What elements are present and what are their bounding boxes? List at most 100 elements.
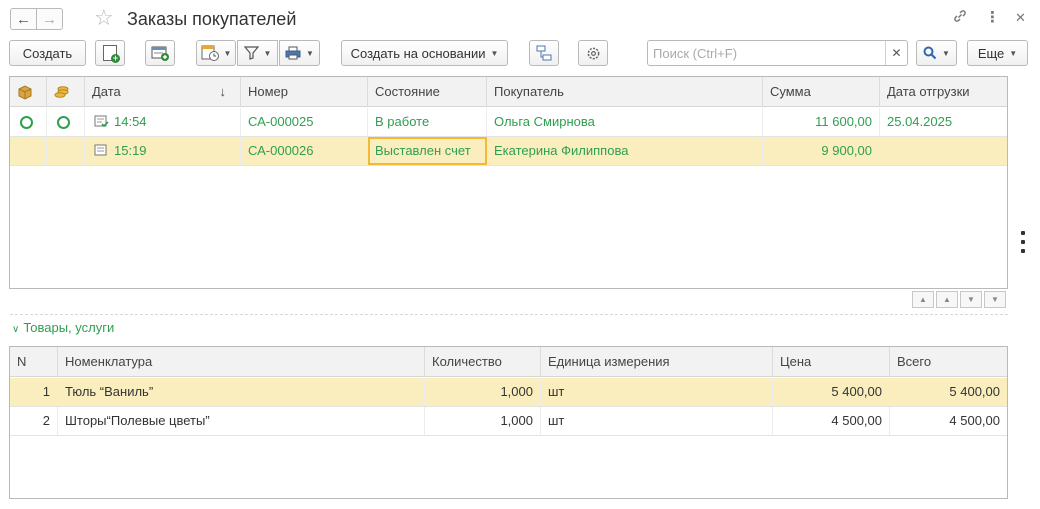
posted-cell: [10, 137, 47, 165]
back-arrow-icon: ←: [16, 10, 31, 28]
create-button[interactable]: Создать: [9, 40, 86, 66]
unit-cell: шт: [541, 407, 773, 435]
filter-icon: [243, 46, 259, 60]
header-unit[interactable]: Единица измерения: [541, 347, 773, 377]
header-posted-col[interactable]: [10, 77, 47, 107]
paid-cell: [47, 108, 85, 136]
header-sum[interactable]: Сумма: [763, 77, 880, 107]
scroll-top-button[interactable]: ▲: [912, 291, 934, 308]
header-status[interactable]: Состояние: [368, 77, 487, 107]
status-circle-icon: [57, 116, 70, 129]
status-circle-icon: [20, 116, 33, 129]
chevron-down-icon: ▼: [1009, 48, 1018, 58]
forward-arrow-icon: →: [42, 10, 57, 28]
number-cell: СА-000026: [241, 137, 368, 165]
header-n[interactable]: N: [10, 347, 58, 377]
header-qty[interactable]: Количество: [425, 347, 541, 377]
status-cell: В работе: [368, 108, 487, 136]
print-button[interactable]: ▼: [279, 40, 320, 66]
add-report-icon: [151, 46, 169, 61]
create-based-on-label: Создать на основании: [350, 45, 486, 61]
scroll-up-button[interactable]: ▲: [936, 291, 958, 308]
goods-table[interactable]: N Номенклатура Количество Единица измере…: [9, 346, 1008, 499]
status-cell[interactable]: Выставлен счет: [368, 137, 487, 165]
star-icon[interactable]: ☆: [94, 6, 114, 30]
back-button[interactable]: ←: [10, 8, 37, 30]
header-paid-col[interactable]: [47, 77, 85, 107]
total-cell: 5 400,00: [949, 384, 1000, 399]
item-cell: Тюль “Ваниль”: [58, 378, 425, 406]
settings-button[interactable]: [578, 40, 608, 66]
date-cell: 14:54: [85, 108, 241, 136]
close-icon[interactable]: ✕: [1015, 8, 1026, 28]
price-cell: 4 500,00: [773, 407, 890, 435]
total-cell: 4 500,00: [949, 413, 1000, 428]
title-bar: ← → ☆ Заказы покупателей ⋮ ✕: [0, 0, 1040, 36]
add-report-button[interactable]: [145, 40, 175, 66]
settings-gear-icon: [587, 47, 599, 59]
unit-cell: шт: [541, 378, 773, 406]
qty-cell: 1,000: [425, 407, 541, 435]
chevron-down-icon: ▼: [306, 48, 314, 58]
orders-table[interactable]: Дата ↓ Номер Состояние Покупатель Сумма …: [9, 76, 1008, 289]
more-button-label: Еще: [977, 45, 1005, 61]
sum-cell: 11 600,00: [763, 108, 880, 136]
structure-icon: [536, 45, 552, 61]
sort-desc-icon: ↓: [219, 84, 227, 99]
search-input[interactable]: Поиск (Ctrl+F) ✕: [647, 40, 908, 66]
table-row[interactable]: 15:19 СА-000026 Выставлен счет Екатерина…: [10, 137, 1007, 166]
table-row[interactable]: 1 Тюль “Ваниль” 1,000 шт 5 400,00 5 400,…: [10, 378, 1007, 407]
header-customer[interactable]: Покупатель: [487, 77, 763, 107]
sum-cell: 9 900,00: [763, 137, 880, 165]
header-date[interactable]: Дата ↓: [85, 77, 241, 107]
doc-check-icon: [94, 115, 109, 128]
header-ship-date[interactable]: Дата отгрузки: [880, 77, 1007, 107]
n-cell: 1: [10, 378, 58, 406]
structure-button[interactable]: [529, 40, 559, 66]
create-button-label: Создать: [22, 45, 73, 61]
posted-cell: [10, 108, 47, 136]
add-copy-button[interactable]: +: [95, 40, 125, 66]
page-title: Заказы покупателей: [127, 9, 297, 29]
header-date-label: Дата: [92, 84, 121, 99]
header-number[interactable]: Номер: [241, 77, 368, 107]
chevron-down-icon: ▼: [263, 48, 272, 58]
chevron-down-icon: ▼: [942, 48, 950, 58]
goods-section-toggle[interactable]: ∨ Товары, услуги: [12, 320, 114, 335]
scroll-down-button[interactable]: ▼: [960, 291, 982, 308]
header-item[interactable]: Номенклатура: [58, 347, 425, 377]
coins-icon: [54, 86, 69, 98]
create-based-on-button[interactable]: Создать на основании ▼: [341, 40, 508, 66]
item-cell: Шторы“Полевые цветы”: [58, 407, 425, 435]
goods-section-label: Товары, услуги: [23, 320, 115, 335]
add-copy-icon: +: [103, 45, 120, 63]
price-cell: 5 400,00: [773, 378, 890, 406]
time-text: 15:19: [114, 143, 147, 158]
more-vert-icon[interactable]: ⋮: [985, 8, 1000, 28]
filter-button[interactable]: ▼: [237, 40, 278, 66]
orders-table-header: Дата ↓ Номер Состояние Покупатель Сумма …: [10, 77, 1007, 107]
number-cell: СА-000025: [241, 108, 368, 136]
forward-button[interactable]: →: [36, 8, 63, 30]
link-icon[interactable]: [952, 8, 968, 30]
box-icon: [18, 85, 32, 100]
status-dropdown-button[interactable]: ▼: [196, 40, 236, 66]
header-total[interactable]: Всего: [890, 347, 1007, 377]
more-button[interactable]: Еще ▼: [967, 40, 1028, 66]
clear-search-icon[interactable]: ✕: [885, 41, 907, 65]
customer-cell: Ольга Смирнова: [487, 108, 763, 136]
paid-cell: [47, 137, 85, 165]
header-price[interactable]: Цена: [773, 347, 890, 377]
table-row[interactable]: 14:54 СА-000025 В работе Ольга Смирнова …: [10, 108, 1007, 137]
scroll-bottom-button[interactable]: ▼: [984, 291, 1006, 308]
chevron-down-icon: ▼: [223, 48, 232, 58]
search-button[interactable]: ▼: [916, 40, 957, 66]
search-icon: [923, 46, 937, 60]
calendar-status-icon: [201, 45, 219, 61]
panel-resize-handle[interactable]: [1019, 231, 1027, 258]
table-row[interactable]: 2 Шторы“Полевые цветы” 1,000 шт 4 500,00…: [10, 407, 1007, 436]
chevron-down-icon: ∨: [12, 324, 20, 335]
time-text: 14:54: [114, 114, 147, 129]
print-icon: [285, 46, 301, 60]
ship-date-cell: 25.04.2025: [887, 114, 953, 129]
